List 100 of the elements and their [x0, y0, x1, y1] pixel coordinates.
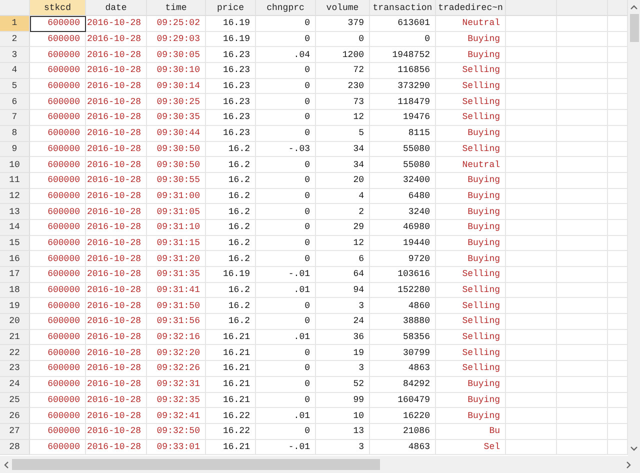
- table-cell: 55080: [370, 157, 436, 173]
- row-number[interactable]: 25: [0, 392, 30, 408]
- column-header[interactable]: chngprc: [256, 0, 316, 16]
- table-cell: 600000: [30, 440, 86, 456]
- column-header[interactable]: transaction: [370, 0, 436, 16]
- scroll-up-icon[interactable]: [630, 4, 638, 10]
- row-number[interactable]: 14: [0, 220, 30, 236]
- scroll-right-icon[interactable]: [626, 460, 632, 468]
- table-cell: 64: [316, 267, 370, 283]
- table-cell: 2016-10-28: [86, 47, 147, 64]
- table-cell: Selling: [436, 314, 506, 330]
- column-header[interactable]: price: [206, 0, 256, 16]
- table-cell: 16.2: [206, 298, 256, 314]
- row-number[interactable]: 11: [0, 172, 30, 189]
- row-number[interactable]: 3: [0, 47, 30, 64]
- table-cell: 09:30:10: [147, 63, 206, 79]
- table-cell: 09:33:01: [147, 440, 206, 456]
- table-cell: 2016-10-28: [86, 376, 147, 392]
- table-cell: 600000: [30, 157, 86, 173]
- table-cell: 16.2: [206, 142, 256, 158]
- table-cell: 38880: [370, 314, 436, 330]
- row-number[interactable]: 15: [0, 236, 30, 252]
- scroll-down-icon[interactable]: [630, 446, 638, 452]
- table-cell: 600000: [30, 330, 86, 346]
- row-number[interactable]: 23: [0, 361, 30, 377]
- row-number[interactable]: 16: [0, 251, 30, 267]
- table-cell: 3: [316, 440, 370, 456]
- row-number[interactable]: 21: [0, 330, 30, 346]
- column-header: [506, 0, 557, 16]
- table-cell: 12: [316, 236, 370, 252]
- table-cell: 0: [256, 188, 316, 204]
- row-number[interactable]: 17: [0, 267, 30, 283]
- table-cell: 19476: [370, 110, 436, 126]
- table-cell: [557, 142, 608, 158]
- scrollbar-thumb[interactable]: [630, 14, 638, 42]
- table-cell: 09:25:02: [147, 16, 206, 32]
- table-cell: 16.21: [206, 330, 256, 346]
- table-cell: [557, 47, 608, 64]
- table-cell: 3: [316, 298, 370, 314]
- table-cell: 0: [256, 345, 316, 362]
- row-number[interactable]: 26: [0, 408, 30, 424]
- table-cell: 9720: [370, 251, 436, 267]
- table-cell: 160479: [370, 392, 436, 408]
- table-cell: [557, 330, 608, 346]
- table-cell: 2016-10-28: [86, 392, 147, 408]
- row-number[interactable]: 28: [0, 440, 30, 456]
- table-cell: 600000: [30, 94, 86, 110]
- table-cell: 16.2: [206, 188, 256, 204]
- table-cell: [557, 424, 608, 440]
- row-number[interactable]: 18: [0, 282, 30, 298]
- row-number[interactable]: 5: [0, 78, 30, 94]
- column-header[interactable]: time: [147, 0, 206, 16]
- table-cell: 16.22: [206, 408, 256, 424]
- table-cell: 2016-10-28: [86, 157, 147, 173]
- row-number[interactable]: 6: [0, 94, 30, 110]
- table-cell: 600000: [30, 126, 86, 142]
- column-header[interactable]: stkcd: [30, 0, 86, 16]
- table-cell: 16.19: [206, 16, 256, 32]
- vertical-scrollbar[interactable]: [628, 0, 640, 456]
- table-cell: 0: [316, 32, 370, 48]
- column-header[interactable]: tradedirec~n: [436, 0, 506, 16]
- table-cell: 2016-10-28: [86, 236, 147, 252]
- row-number[interactable]: 1: [0, 16, 30, 32]
- table-cell: [557, 94, 608, 110]
- row-number[interactable]: 24: [0, 376, 30, 392]
- row-number[interactable]: 2: [0, 32, 30, 48]
- scroll-left-icon[interactable]: [3, 460, 9, 468]
- table-cell: 0: [256, 78, 316, 94]
- column-header[interactable]: volume: [316, 0, 370, 16]
- table-cell: [506, 298, 557, 314]
- table-cell: 2016-10-28: [86, 298, 147, 314]
- scrollbar-thumb[interactable]: [12, 459, 380, 470]
- table-cell: 16.21: [206, 440, 256, 456]
- table-cell: 2016-10-28: [86, 220, 147, 236]
- row-number[interactable]: 10: [0, 157, 30, 173]
- table-cell: 4: [316, 188, 370, 204]
- row-number[interactable]: 8: [0, 126, 30, 142]
- table-cell: [506, 188, 557, 204]
- table-cell: 12: [316, 110, 370, 126]
- row-number[interactable]: 4: [0, 63, 30, 79]
- row-number[interactable]: 7: [0, 110, 30, 126]
- row-number[interactable]: 13: [0, 204, 30, 220]
- column-header[interactable]: date: [86, 0, 147, 16]
- row-number[interactable]: 19: [0, 298, 30, 314]
- table-cell: 1200: [316, 47, 370, 64]
- horizontal-scrollbar[interactable]: [0, 456, 640, 473]
- table-cell: -.01: [256, 440, 316, 456]
- table-cell: 2016-10-28: [86, 16, 147, 32]
- row-number[interactable]: 22: [0, 345, 30, 362]
- row-number[interactable]: 9: [0, 142, 30, 158]
- row-number[interactable]: 27: [0, 424, 30, 440]
- row-number[interactable]: 12: [0, 188, 30, 204]
- table-cell: 2016-10-28: [86, 267, 147, 283]
- table-cell: 16.2: [206, 220, 256, 236]
- table-cell: [506, 172, 557, 189]
- table-cell: 600000: [30, 78, 86, 94]
- table-cell: 2016-10-28: [86, 251, 147, 267]
- row-number[interactable]: 20: [0, 314, 30, 330]
- table-cell: 16.23: [206, 63, 256, 79]
- table-cell: .01: [256, 408, 316, 424]
